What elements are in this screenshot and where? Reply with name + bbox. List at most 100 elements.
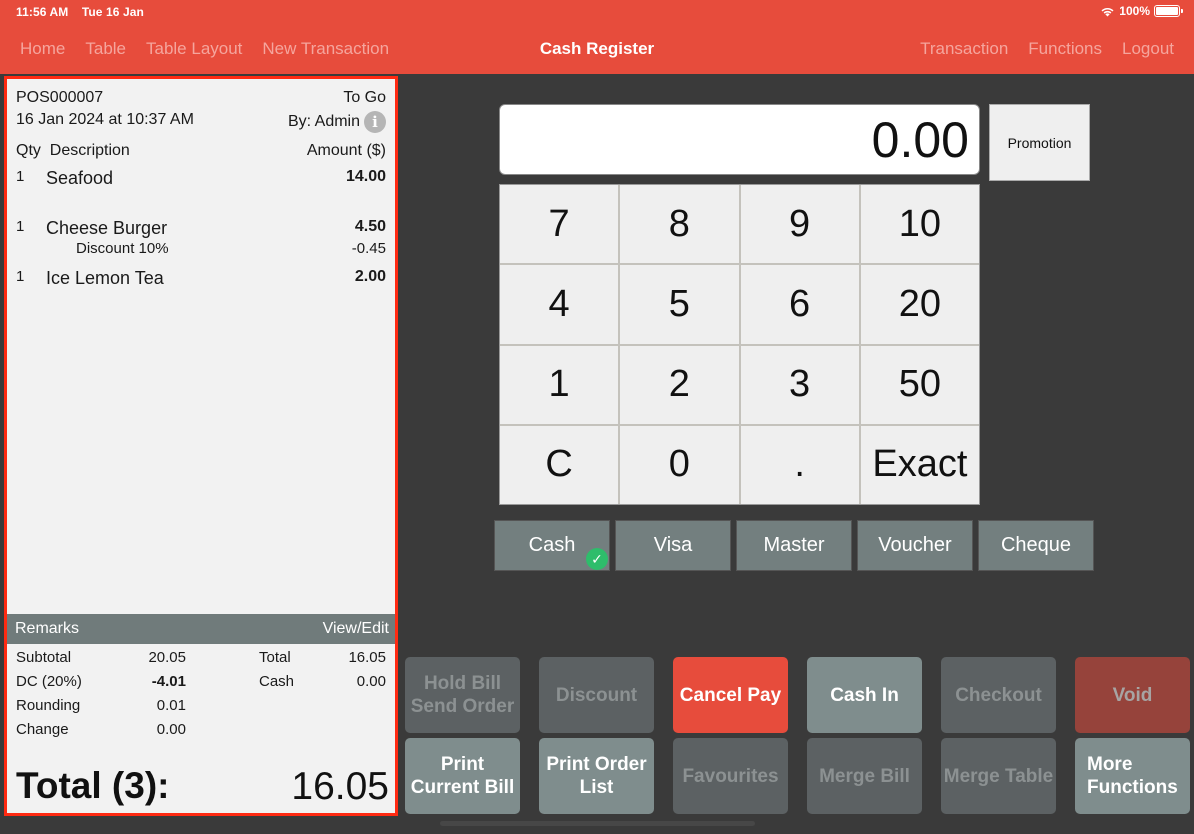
receipt-column-headers: Qty Description Amount ($): [16, 142, 386, 160]
item-qty: 1: [16, 168, 25, 185]
payment-visa-button[interactable]: Visa: [615, 520, 731, 571]
discount-label: DC (20%): [16, 673, 82, 690]
payment-cash-button[interactable]: Cash ✓: [494, 520, 610, 571]
cash-value: 0.00: [356, 673, 386, 690]
totals-left: Subtotal 20.05 DC (20%) -4.01 Rounding 0.01…: [16, 649, 186, 745]
grand-total: Total (3): 16.05: [16, 765, 389, 809]
nav-home[interactable]: Home: [20, 39, 65, 59]
item-amount: 4.50: [354, 218, 386, 235]
checkout-button[interactable]: Checkout: [941, 657, 1056, 733]
wifi-icon: [1101, 7, 1114, 16]
key-decimal[interactable]: .: [740, 425, 859, 504]
subtotal-value: 20.05: [148, 649, 186, 666]
order-by: By: Admin: [287, 113, 360, 131]
print-order-list-button[interactable]: Print Order List: [539, 738, 654, 814]
remarks-bar: Remarks View/Edit: [7, 614, 395, 644]
nav-left: Home Table Table Layout New Transaction: [20, 39, 389, 59]
top-bar: 11:56 AM Tue 16 Jan 100% Home Table Tabl…: [0, 0, 1194, 74]
promotion-button[interactable]: Promotion: [989, 104, 1090, 181]
item-amount: 2.00: [354, 268, 386, 285]
key-0[interactable]: 0: [620, 425, 739, 504]
key-2[interactable]: 2: [620, 345, 739, 424]
item-description: Cheese Burger: [46, 218, 168, 238]
key-8[interactable]: 8: [620, 185, 739, 264]
payment-voucher-label: Voucher: [878, 534, 952, 556]
payment-cheque-button[interactable]: Cheque: [978, 520, 1094, 571]
nav-right: Transaction Functions Logout: [920, 39, 1174, 59]
key-clear[interactable]: C: [500, 425, 619, 504]
nav-transaction[interactable]: Transaction: [920, 39, 1008, 59]
item-description: Ice Lemon Tea: [46, 268, 164, 288]
receipt-header-row1: POS000007 To Go: [16, 89, 386, 107]
item-description: Seafood: [46, 168, 114, 188]
nav-table[interactable]: Table: [85, 39, 126, 59]
home-indicator[interactable]: [440, 821, 755, 826]
favourites-button[interactable]: Favourites: [673, 738, 788, 814]
nav-functions[interactable]: Functions: [1028, 39, 1102, 59]
payment-master-label: Master: [763, 534, 825, 556]
payment-visa-label: Visa: [653, 534, 693, 556]
amount-display[interactable]: 0.00: [499, 104, 980, 175]
merge-bill-button[interactable]: Merge Bill: [807, 738, 922, 814]
receipt-panel: POS000007 To Go 16 Jan 2024 at 10:37 AM …: [4, 76, 398, 816]
battery-icon: [1154, 5, 1183, 17]
key-5[interactable]: 5: [620, 265, 739, 344]
nav-logout[interactable]: Logout: [1122, 39, 1174, 59]
receipt-header-row2: 16 Jan 2024 at 10:37 AM By: Admin i: [16, 111, 386, 133]
item-qty: 1: [16, 218, 25, 235]
void-button[interactable]: Void: [1075, 657, 1190, 733]
key-6[interactable]: 6: [740, 265, 859, 344]
info-icon[interactable]: i: [364, 111, 386, 133]
rounding-value: 0.01: [156, 697, 186, 714]
item-amount: 14.00: [345, 168, 386, 185]
nav-table-layout[interactable]: Table Layout: [146, 39, 242, 59]
key-4[interactable]: 4: [500, 265, 619, 344]
key-exact[interactable]: Exact: [860, 425, 979, 504]
grand-total-value: 16.05: [291, 765, 389, 808]
change-value: 0.00: [156, 721, 186, 738]
discount-value: -4.01: [151, 673, 186, 690]
key-9[interactable]: 9: [740, 185, 859, 264]
page-title: Cash Register: [539, 39, 655, 58]
status-time: 11:56 AM: [16, 5, 69, 19]
discount-button[interactable]: Discount: [539, 657, 654, 733]
payment-methods: Cash ✓ Visa Master Voucher Cheque: [494, 520, 1094, 571]
cash-in-button[interactable]: Cash In: [807, 657, 922, 733]
merge-table-button[interactable]: Merge Table: [941, 738, 1056, 814]
battery-percent: 100%: [1119, 4, 1150, 18]
header-description: Description: [49, 142, 130, 159]
check-icon: ✓: [586, 548, 608, 570]
hold-bill-send-order-button[interactable]: Hold Bill Send Order: [405, 657, 520, 733]
key-7[interactable]: 7: [500, 185, 619, 264]
key-3[interactable]: 3: [740, 345, 859, 424]
more-functions-button[interactable]: More Functions: [1075, 738, 1190, 814]
key-1[interactable]: 1: [500, 345, 619, 424]
nav-new-transaction[interactable]: New Transaction: [262, 39, 389, 59]
cancel-pay-button[interactable]: Cancel Pay: [673, 657, 788, 733]
grand-total-label: Total (3):: [16, 765, 170, 806]
key-20[interactable]: 20: [860, 265, 979, 344]
status-bar-left: 11:56 AM Tue 16 Jan: [16, 5, 154, 19]
keypad: 7 8 9 10 4 5 6 20 1 2 3 50 C 0 . Exact: [499, 184, 980, 505]
order-number: POS000007: [16, 89, 104, 106]
totals-right: Total 16.05 Cash 0.00: [259, 649, 386, 697]
remarks-label: Remarks: [15, 620, 80, 637]
remarks-view-edit-button[interactable]: View/Edit: [323, 620, 389, 638]
function-buttons: Hold Bill Send Order Discount Cancel Pay…: [405, 657, 1190, 814]
item-qty: 1: [16, 268, 25, 285]
cash-label: Cash: [259, 673, 295, 690]
item-discount-label: Discount 10%: [76, 240, 169, 257]
key-50[interactable]: 50: [860, 345, 979, 424]
total-label: Total: [259, 649, 291, 666]
payment-master-button[interactable]: Master: [736, 520, 852, 571]
print-current-bill-button[interactable]: Print Current Bill: [405, 738, 520, 814]
payment-voucher-button[interactable]: Voucher: [857, 520, 973, 571]
order-type: To Go: [343, 89, 386, 106]
payment-cash-label: Cash: [528, 534, 576, 556]
status-date: Tue 16 Jan: [81, 5, 144, 19]
change-label: Change: [16, 721, 69, 738]
header-amount: Amount ($): [306, 142, 386, 159]
key-10[interactable]: 10: [860, 185, 979, 264]
subtotal-label: Subtotal: [16, 649, 72, 666]
status-bar-right: 100%: [1100, 4, 1183, 18]
